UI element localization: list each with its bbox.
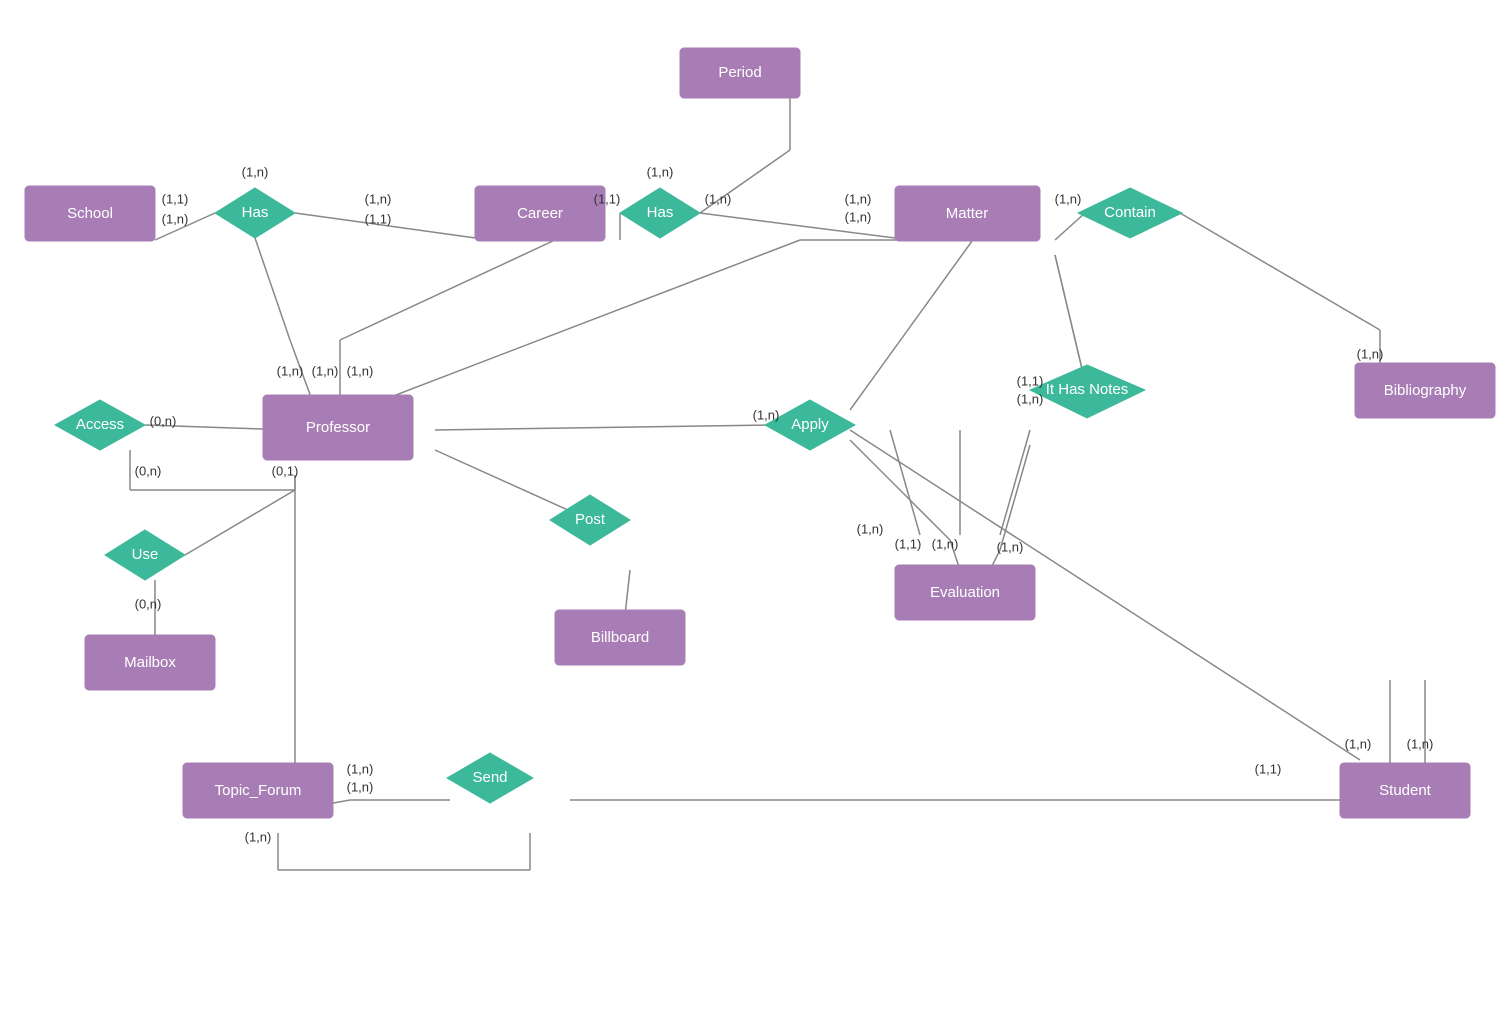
card-topicforum-bottom: (1,n) xyxy=(245,829,272,844)
card-school-has1-b: (1,n) xyxy=(162,211,189,226)
card-prof-apply: (1,n) xyxy=(753,407,780,422)
entity-student-label: Student xyxy=(1379,782,1432,799)
entity-career-label: Career xyxy=(517,205,563,222)
card-contain-biblio: (1,n) xyxy=(1357,346,1384,361)
card-use-mailbox: (0,n) xyxy=(135,596,162,611)
card-topicforum-send-b: (1,n) xyxy=(347,779,374,794)
relation-apply-label: Apply xyxy=(791,416,829,433)
card-period-has2: (1,n) xyxy=(647,164,674,179)
card-matter-ithas-a: (1,1) xyxy=(1017,373,1044,388)
relation-access-label: Access xyxy=(76,416,124,433)
card-topicforum-send-a: (1,n) xyxy=(347,761,374,776)
card-career-has2: (1,1) xyxy=(594,191,621,206)
relation-use-label: Use xyxy=(132,546,159,563)
card-send-student: (1,1) xyxy=(1255,761,1282,776)
card-matter-contain: (1,n) xyxy=(1055,191,1082,206)
entity-matter-label: Matter xyxy=(946,205,989,222)
card-prof-top-a: (1,n) xyxy=(277,363,304,378)
entity-bibliography-label: Bibliography xyxy=(1384,382,1467,399)
card-matter-left-b: (1,n) xyxy=(845,209,872,224)
card-student-a: (1,n) xyxy=(1345,736,1372,751)
er-diagram-svg: Period School Career Matter Bibliography… xyxy=(0,0,1500,1029)
card-school-has1-a: (1,1) xyxy=(162,191,189,206)
card-apply-eval-b: (1,1) xyxy=(895,536,922,551)
entity-school-label: School xyxy=(67,205,113,222)
card-access-loop-a: (0,n) xyxy=(135,463,162,478)
card-access-right: (0,n) xyxy=(150,413,177,428)
card-student-b: (1,n) xyxy=(1407,736,1434,751)
card-matter-left-a: (1,n) xyxy=(845,191,872,206)
relation-send-label: Send xyxy=(472,769,507,786)
relation-contain-label: Contain xyxy=(1104,204,1156,221)
card-ithas-eval-a: (1,n) xyxy=(997,539,1024,554)
entity-professor-label: Professor xyxy=(306,419,370,436)
relation-it-has-notes-label: It Has Notes xyxy=(1046,381,1129,398)
card-prof-top-c: (1,n) xyxy=(347,363,374,378)
card-has1-career-a: (1,n) xyxy=(365,191,392,206)
relation-post-label: Post xyxy=(575,511,606,528)
entity-topic-forum-label: Topic_Forum xyxy=(215,782,302,799)
card-matter-ithas-b: (1,n) xyxy=(1017,391,1044,406)
card-prof-top-b: (1,n) xyxy=(312,363,339,378)
card-apply-eval-a: (1,n) xyxy=(857,521,884,536)
diagram-container: Period School Career Matter Bibliography… xyxy=(0,0,1500,1029)
card-has2-matter: (1,n) xyxy=(705,191,732,206)
card-has1-career-b: (1,1) xyxy=(365,211,392,226)
card-access-loop-b: (0,1) xyxy=(272,463,299,478)
entity-mailbox-label: Mailbox xyxy=(124,654,176,671)
relation-has1-label: Has xyxy=(242,204,269,221)
card-apply-eval-c: (1,n) xyxy=(932,536,959,551)
card-has1-top: (1,n) xyxy=(242,164,269,179)
entity-evaluation-label: Evaluation xyxy=(930,584,1000,601)
entity-period-label: Period xyxy=(718,64,761,81)
entity-billboard-label: Billboard xyxy=(591,629,649,646)
relation-has2-label: Has xyxy=(647,204,674,221)
